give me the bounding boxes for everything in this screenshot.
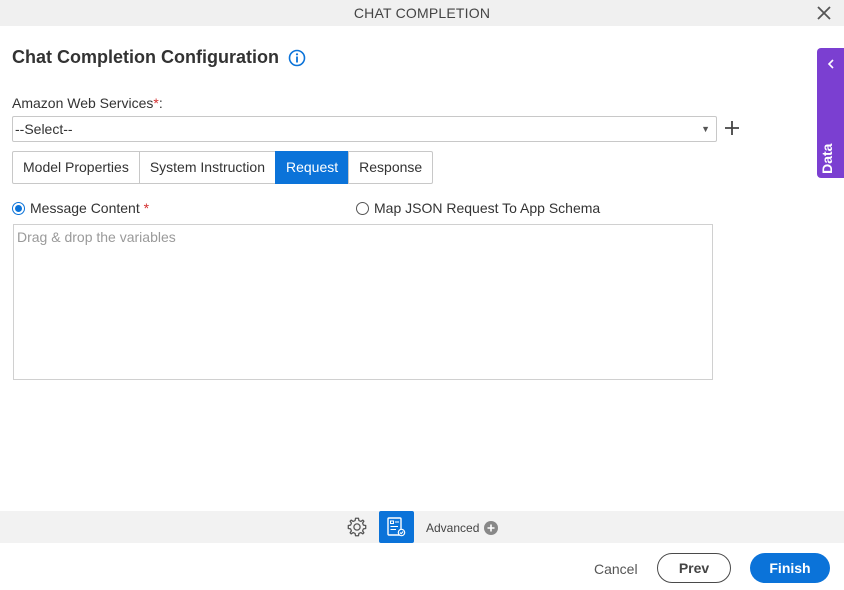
page-title: Chat Completion Configuration bbox=[12, 47, 279, 67]
app-data-label: App Data bbox=[819, 143, 835, 205]
aws-select-value: --Select-- bbox=[15, 121, 73, 137]
option-map-json[interactable]: Map JSON Request To App Schema bbox=[356, 200, 600, 216]
map-json-radio[interactable] bbox=[356, 201, 369, 215]
dialog-title: CHAT COMPLETION bbox=[353, 5, 491, 21]
aws-label: Amazon Web Services*: bbox=[12, 95, 163, 111]
chevron-left-icon bbox=[827, 59, 834, 69]
info-icon[interactable] bbox=[288, 49, 306, 67]
gear-icon[interactable] bbox=[346, 516, 368, 538]
dropzone-placeholder: Drag & drop the variables bbox=[17, 229, 176, 245]
aws-select[interactable]: --Select-- ▼ bbox=[12, 116, 717, 142]
app-data-panel-toggle[interactable]: App Data bbox=[817, 48, 844, 205]
prev-button[interactable]: Prev bbox=[657, 553, 731, 583]
tab-request[interactable]: Request bbox=[274, 151, 350, 184]
message-content-radio[interactable] bbox=[12, 201, 25, 215]
document-settings-icon bbox=[387, 517, 406, 537]
aws-label-text: Amazon Web Services bbox=[12, 95, 154, 111]
advanced-toggle[interactable]: Advanced bbox=[426, 521, 499, 535]
message-content-dropzone[interactable]: Drag & drop the variables bbox=[13, 224, 713, 380]
required-mark: * bbox=[143, 200, 150, 216]
bottom-toolbar: Advanced bbox=[0, 511, 844, 543]
tab-model-properties[interactable]: Model Properties bbox=[12, 151, 140, 184]
message-content-label: Message Content bbox=[30, 200, 140, 216]
config-tabs: Model Properties System Instruction Requ… bbox=[12, 151, 434, 184]
map-json-label: Map JSON Request To App Schema bbox=[374, 200, 601, 216]
option-message-content[interactable]: Message Content * bbox=[12, 200, 149, 216]
close-icon[interactable] bbox=[816, 5, 832, 21]
chevron-down-icon: ▼ bbox=[701, 124, 710, 134]
cancel-button[interactable]: Cancel bbox=[594, 561, 638, 577]
finish-button[interactable]: Finish bbox=[750, 553, 830, 583]
tab-response[interactable]: Response bbox=[348, 151, 434, 184]
add-icon[interactable] bbox=[724, 120, 740, 136]
advanced-label: Advanced bbox=[426, 521, 480, 535]
dialog-titlebar: CHAT COMPLETION bbox=[0, 0, 844, 26]
form-properties-button[interactable] bbox=[379, 511, 414, 543]
aws-label-colon: : bbox=[158, 95, 163, 111]
page-heading: Chat Completion Configuration bbox=[12, 47, 306, 68]
plus-circle-icon bbox=[484, 521, 499, 535]
tab-system-instruction[interactable]: System Instruction bbox=[138, 151, 276, 184]
